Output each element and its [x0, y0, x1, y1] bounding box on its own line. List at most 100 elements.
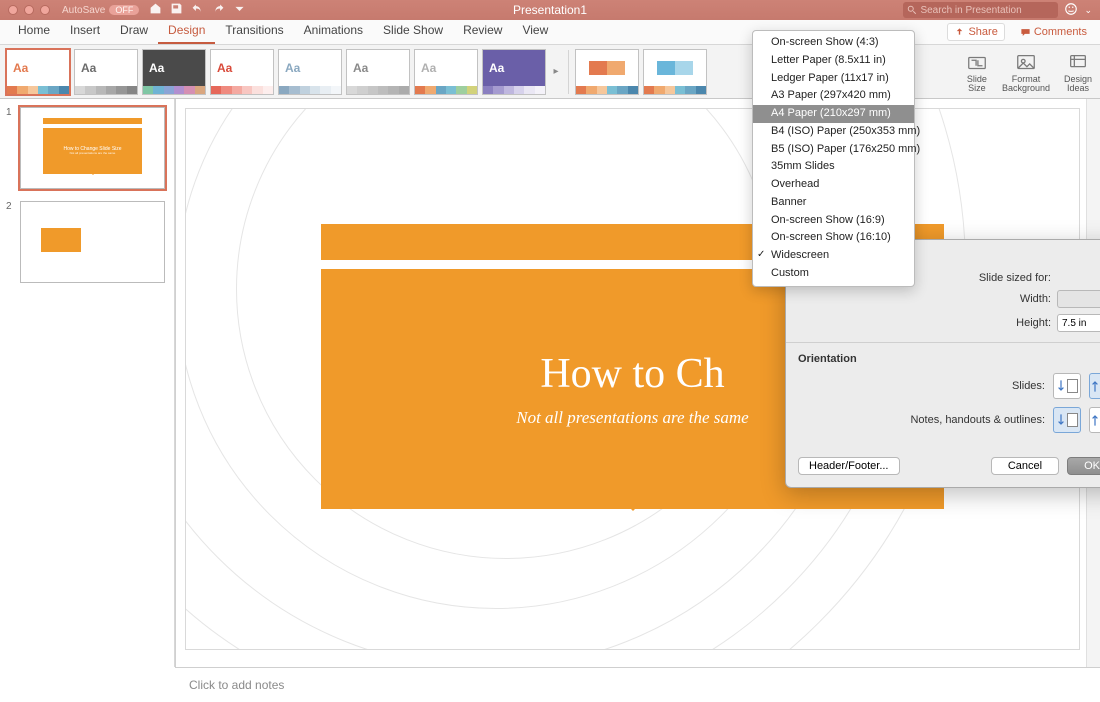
theme-option[interactable]: Aa	[482, 49, 546, 95]
dropdown-item[interactable]: B4 (ISO) Paper (250x353 mm)	[753, 123, 914, 141]
ribbon-separator	[568, 50, 569, 94]
dropdown-item-label: Overhead	[771, 178, 819, 190]
height-stepper[interactable]: ▲▼	[1057, 314, 1100, 332]
dropdown-item-label: Banner	[771, 196, 806, 208]
more-themes-icon[interactable]: ▸	[550, 66, 562, 77]
slide-size-label: Slide Size	[967, 75, 987, 94]
thumb-sub: Not all presentations are the same	[70, 152, 116, 156]
dropdown-item[interactable]: Ledger Paper (11x17 in)	[753, 70, 914, 88]
theme-option[interactable]: Aa	[278, 49, 342, 95]
dropdown-item[interactable]: A3 Paper (297x420 mm)	[753, 87, 914, 105]
customize-qat-icon[interactable]	[233, 2, 246, 18]
slides-portrait-button[interactable]	[1053, 373, 1081, 399]
dropdown-item[interactable]: On-screen Show (16:9)	[753, 212, 914, 230]
save-icon[interactable]	[170, 2, 183, 18]
ribbon-tabs: HomeInsertDrawDesignTransitionsAnimation…	[0, 20, 1100, 45]
minimize-window-icon[interactable]	[24, 5, 34, 15]
dropdown-item[interactable]: Banner	[753, 194, 914, 212]
search-placeholder: Search in Presentation	[920, 5, 1021, 16]
dropdown-item[interactable]: Custom	[753, 265, 914, 283]
autosave-label: AutoSave	[62, 5, 105, 16]
slides-landscape-button[interactable]	[1089, 373, 1100, 399]
dropdown-item[interactable]: On-screen Show (16:10)	[753, 229, 914, 247]
notes-orientation-label: Notes, handouts & outlines:	[910, 414, 1045, 426]
traffic-lights	[0, 5, 58, 15]
thumbnail[interactable]	[20, 201, 165, 283]
design-ideas-label: Design Ideas	[1064, 75, 1092, 94]
dropdown-item[interactable]: On-screen Show (4:3)	[753, 34, 914, 52]
theme-option[interactable]: Aa	[414, 49, 478, 95]
home-icon[interactable]	[149, 2, 162, 18]
slides-orientation-label: Slides:	[1012, 380, 1045, 392]
dropdown-item-label: On-screen Show (16:9)	[771, 214, 885, 226]
variant-option[interactable]	[643, 49, 707, 95]
feedback-icon[interactable]	[1064, 2, 1078, 19]
slide-thumbnail-2[interactable]: 2	[0, 199, 174, 293]
format-bg-label: Format Background	[1002, 75, 1050, 94]
dropdown-item-label: On-screen Show (4:3)	[771, 36, 879, 48]
slide-size-dropdown[interactable]: On-screen Show (4:3) Letter Paper (8.5x11…	[752, 30, 915, 287]
dropdown-item-label: 35mm Slides	[771, 160, 835, 172]
share-button[interactable]: Share	[947, 23, 1004, 41]
autosave-toggle[interactable]: AutoSave OFF	[62, 5, 139, 16]
tab-transitions[interactable]: Transitions	[215, 19, 293, 44]
slide-size-button[interactable]: Slide Size	[966, 52, 988, 94]
dropdown-item-label: Ledger Paper (11x17 in)	[771, 72, 889, 84]
dropdown-item-label: A4 Paper (210x297 mm)	[771, 107, 891, 119]
dropdown-item-label: B5 (ISO) Paper (176x250 mm)	[771, 143, 920, 155]
theme-option[interactable]: Aa	[346, 49, 410, 95]
dropdown-item[interactable]: ✓Widescreen	[753, 247, 914, 265]
zoom-window-icon[interactable]	[40, 5, 50, 15]
sized-for-label: Slide sized for:	[979, 272, 1051, 284]
comments-button[interactable]: Comments	[1013, 23, 1094, 41]
chevron-down-icon[interactable]: ⌄	[1084, 5, 1092, 16]
dropdown-item[interactable]: Letter Paper (8.5x11 in)	[753, 52, 914, 70]
tab-animations[interactable]: Animations	[294, 19, 373, 44]
theme-option[interactable]: Aa	[142, 49, 206, 95]
search-icon	[907, 5, 917, 15]
notes-placeholder: Click to add notes	[189, 678, 284, 692]
comments-label: Comments	[1034, 26, 1087, 38]
theme-option[interactable]: Aa	[6, 49, 70, 95]
ok-button[interactable]: OK	[1067, 457, 1100, 475]
tab-draw[interactable]: Draw	[110, 19, 158, 44]
tab-view[interactable]: View	[512, 19, 558, 44]
cancel-button[interactable]: Cancel	[991, 457, 1059, 475]
tab-review[interactable]: Review	[453, 19, 512, 44]
dropdown-item-label: A3 Paper (297x420 mm)	[771, 89, 891, 101]
redo-icon[interactable]	[212, 2, 225, 18]
design-ideas-button[interactable]: Design Ideas	[1064, 52, 1092, 94]
slide-title: How to Ch	[540, 350, 724, 398]
theme-option[interactable]: Aa	[74, 49, 138, 95]
workspace: 1 How to Change Slide Size Not all prese…	[0, 99, 1100, 667]
variant-option[interactable]	[575, 49, 639, 95]
tab-slide-show[interactable]: Slide Show	[373, 19, 453, 44]
close-window-icon[interactable]	[8, 5, 18, 15]
slide-thumbnail-1[interactable]: 1 How to Change Slide Size Not all prese…	[0, 105, 174, 199]
thumbnail[interactable]: How to Change Slide Size Not all present…	[20, 107, 165, 189]
undo-icon[interactable]	[191, 2, 204, 18]
tab-home[interactable]: Home	[8, 19, 60, 44]
tab-design[interactable]: Design	[158, 19, 215, 44]
width-stepper[interactable]: ▲▼	[1057, 290, 1100, 308]
format-background-button[interactable]: Format Background	[1002, 52, 1050, 94]
dropdown-item[interactable]: Overhead	[753, 176, 914, 194]
slide-canvas-area[interactable]: How to Ch Not all presentations are the …	[175, 99, 1100, 667]
theme-option[interactable]: Aa	[210, 49, 274, 95]
notes-pane[interactable]: Click to add notes	[175, 667, 1100, 702]
notes-portrait-button[interactable]	[1053, 407, 1081, 433]
dropdown-item-label: B4 (ISO) Paper (250x353 mm)	[771, 125, 920, 137]
dropdown-item[interactable]: 35mm Slides	[753, 158, 914, 176]
dropdown-item[interactable]: A4 Paper (210x297 mm)	[753, 105, 914, 123]
autosave-state: OFF	[109, 5, 139, 15]
width-label: Width:	[1020, 293, 1051, 305]
notes-landscape-button[interactable]	[1089, 407, 1100, 433]
slide-number: 2	[6, 201, 16, 283]
dropdown-item[interactable]: B5 (ISO) Paper (176x250 mm)	[753, 141, 914, 159]
tab-insert[interactable]: Insert	[60, 19, 110, 44]
window-titlebar: AutoSave OFF Presentation1 Search in Pre…	[0, 0, 1100, 20]
slide-thumbnail-panel[interactable]: 1 How to Change Slide Size Not all prese…	[0, 99, 175, 667]
search-input[interactable]: Search in Presentation	[903, 2, 1058, 18]
ribbon-design: AaAaAaAaAaAaAaAa ▸ Slide Size Format Bac…	[0, 45, 1100, 99]
header-footer-button[interactable]: Header/Footer...	[798, 457, 900, 475]
